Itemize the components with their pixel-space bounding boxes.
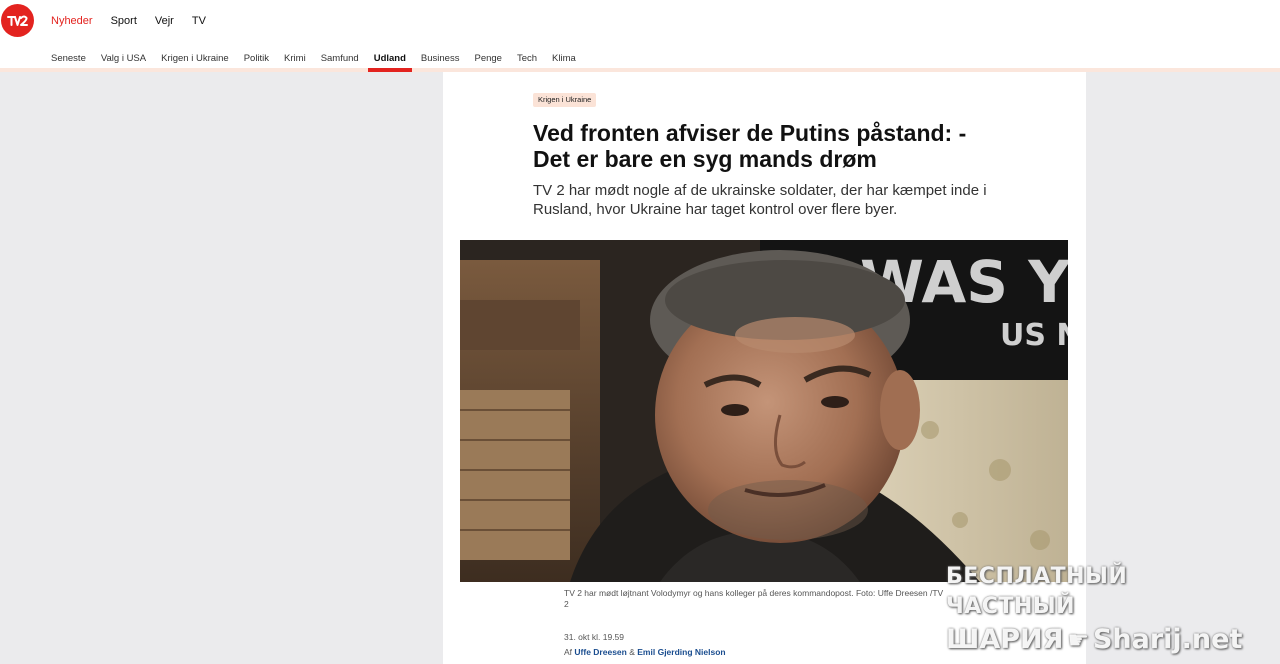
article-lead: TV 2 har mødt nogle af de ukrainske sold… — [533, 182, 987, 218]
site-header: Nyheder Sport Vejr TV Seneste Valg i USA… — [0, 0, 1280, 72]
author-link-uffe-dreesen[interactable]: Uffe Dreesen — [574, 647, 626, 657]
svg-text:US N: US N — [1000, 318, 1068, 353]
byline-ampersand: & — [629, 647, 635, 657]
main-nav: Nyheder Sport Vejr TV — [51, 14, 206, 28]
byline: Af Uffe Dreesen & Emil Gjerding Nielson — [564, 647, 726, 658]
sub-nav-udland[interactable]: Udland — [367, 53, 413, 72]
sub-nav-klima[interactable]: Klima — [552, 53, 576, 65]
sub-nav-seneste[interactable]: Seneste — [51, 53, 86, 65]
sub-nav-business[interactable]: Business — [421, 53, 460, 65]
watermark: БЕСПЛАТНЫЙ ЧАСТНЫЙ ШАРИЯ ☛ Sharij.net — [946, 562, 1256, 658]
main-nav-tv[interactable]: TV — [192, 14, 206, 28]
watermark-line1: БЕСПЛАТНЫЙ ЧАСТНЫЙ — [946, 564, 1128, 619]
main-nav-vejr[interactable]: Vejr — [155, 14, 174, 28]
sub-nav-krigen-i-ukraine[interactable]: Krigen i Ukraine — [161, 53, 229, 65]
main-nav-nyheder[interactable]: Nyheder — [51, 14, 93, 28]
sub-nav-tech[interactable]: Tech — [517, 53, 537, 65]
sub-nav-penge[interactable]: Penge — [474, 53, 501, 65]
watermark-left: ШАРИЯ — [946, 624, 1064, 655]
watermark-right: Sharij.net — [1092, 624, 1243, 655]
soldier-portrait-image: WAS Y US N — [460, 240, 1068, 582]
article-tag[interactable]: Krigen i Ukraine — [533, 93, 597, 107]
sub-nav-krimi[interactable]: Krimi — [284, 53, 306, 65]
sub-nav-samfund[interactable]: Samfund — [321, 53, 359, 65]
watermark-line2: ШАРИЯ ☛ Sharij.net — [946, 622, 1256, 658]
sub-nav-valg-i-usa[interactable]: Valg i USA — [101, 53, 146, 65]
photo-caption: TV 2 har mødt løjtnant Volodymyr og hans… — [564, 588, 944, 609]
byline-prefix: Af — [564, 647, 573, 657]
article-photo: WAS Y US N — [460, 240, 1068, 582]
pointing-hand-icon: ☛ — [1067, 626, 1089, 654]
sub-nav: Seneste Valg i USA Krigen i Ukraine Poli… — [51, 53, 576, 72]
author-link-emil-gjerding-nielson[interactable]: Emil Gjerding Nielson — [637, 647, 725, 657]
tv2-logo-icon[interactable] — [1, 4, 34, 37]
publish-date: 31. okt kl. 19.59 — [564, 632, 625, 642]
article-headline: Ved fronten afviser de Putins påstand: -… — [533, 120, 967, 172]
main-nav-sport[interactable]: Sport — [111, 14, 137, 28]
sub-nav-politik[interactable]: Politik — [244, 53, 269, 65]
